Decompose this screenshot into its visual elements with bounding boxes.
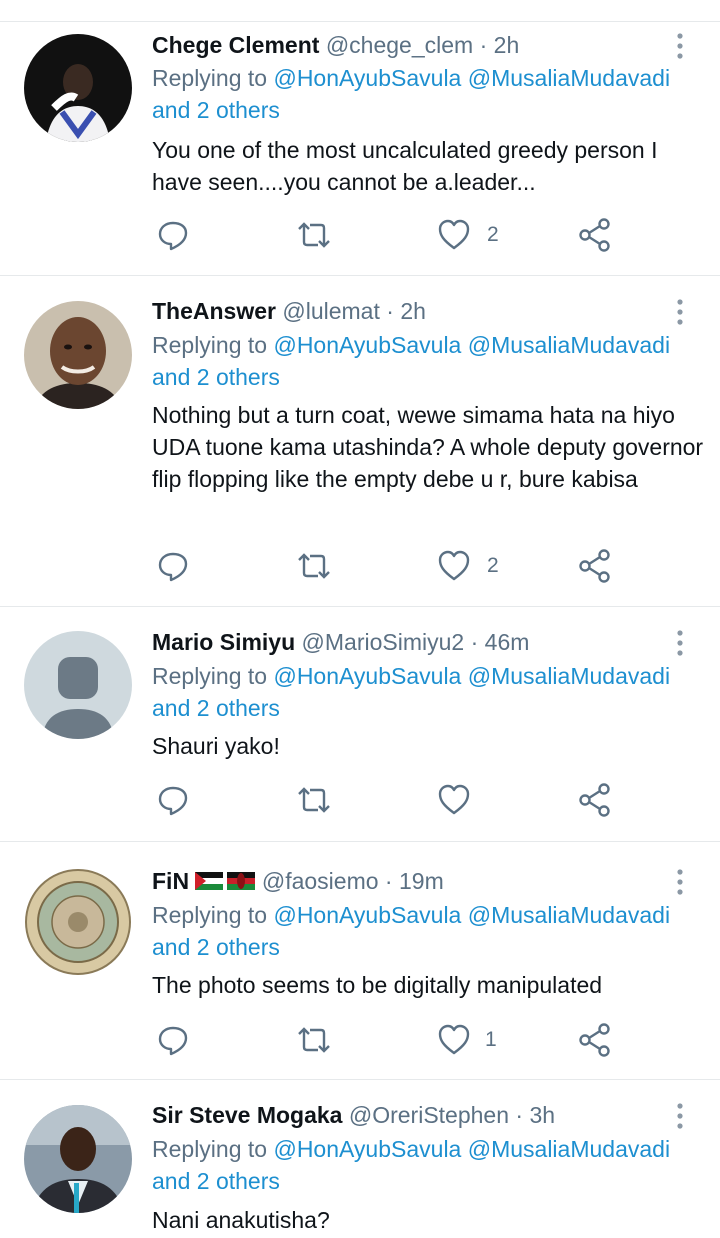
- replying-to: Replying to @HonAyubSavula @MusaliaMudav…: [152, 1133, 697, 1197]
- timestamp[interactable]: 2h: [494, 32, 520, 58]
- mention-link[interactable]: @HonAyubSavula: [273, 65, 461, 91]
- more-icon[interactable]: [668, 629, 692, 659]
- more-icon[interactable]: [668, 868, 692, 898]
- retweet-icon[interactable]: [296, 1023, 332, 1059]
- divider: [0, 606, 720, 607]
- author-name[interactable]: Mario Simiyu: [152, 629, 295, 655]
- tweet-text: Shauri yako!: [152, 733, 280, 759]
- separator-dot: ·: [386, 298, 394, 324]
- others-link[interactable]: and 2 others: [152, 97, 280, 123]
- share-icon[interactable]: [578, 549, 614, 585]
- like-icon[interactable]: [437, 218, 471, 254]
- mention-link[interactable]: @HonAyubSavula: [273, 663, 461, 689]
- replying-to: Replying to @HonAyubSavula @MusaliaMudav…: [152, 899, 697, 963]
- tweet-text: The photo seems to be digitally manipula…: [152, 972, 603, 998]
- reply-icon[interactable]: [156, 218, 190, 254]
- author-handle[interactable]: @lulemat: [282, 298, 380, 324]
- retweet-icon[interactable]: [296, 783, 332, 819]
- mention-link[interactable]: @MusaliaMudavadi: [468, 1136, 670, 1162]
- tweet-header: Chege Clement @chege_clem · 2h: [152, 28, 519, 62]
- author-name[interactable]: FiN: [152, 868, 189, 894]
- avatar[interactable]: [24, 1105, 132, 1213]
- tweet-text: Nani anakutisha?: [152, 1207, 330, 1233]
- separator-dot: ·: [479, 32, 488, 58]
- avatar[interactable]: [24, 631, 132, 739]
- others-link[interactable]: and 2 others: [152, 695, 280, 721]
- like-count: 1: [485, 1028, 497, 1051]
- others-link[interactable]: and 2 others: [152, 1168, 280, 1194]
- avatar[interactable]: [24, 868, 132, 976]
- author-handle[interactable]: @faosiemo: [262, 868, 379, 894]
- tweet-header: Mario Simiyu @MarioSimiyu2 · 46m: [152, 625, 529, 659]
- author-name[interactable]: TheAnswer: [152, 298, 276, 324]
- separator-dot: ·: [515, 1102, 524, 1128]
- mention-link[interactable]: @HonAyubSavula: [273, 902, 461, 928]
- separator-dot: ·: [384, 868, 393, 894]
- like-count: 2: [487, 554, 499, 577]
- like-icon[interactable]: [437, 1023, 471, 1059]
- others-link[interactable]: and 2 others: [152, 364, 280, 390]
- tweet-header: FiN @faosiemo · 19m: [152, 864, 444, 898]
- replying-label: Replying to: [152, 332, 268, 358]
- divider: [0, 1079, 720, 1080]
- replying-to: Replying to @HonAyubSavula @MusaliaMudav…: [152, 62, 697, 126]
- more-icon[interactable]: [668, 298, 692, 328]
- mention-link[interactable]: @HonAyubSavula: [273, 1136, 461, 1162]
- author-handle[interactable]: @chege_clem: [326, 32, 473, 58]
- separator-dot: ·: [470, 629, 479, 655]
- retweet-icon[interactable]: [296, 549, 332, 585]
- replying-label: Replying to: [152, 663, 268, 689]
- tweet-text: You one of the most uncalculated greedy …: [152, 137, 658, 195]
- like-count: 2: [487, 223, 499, 246]
- flag-emojis: [195, 867, 256, 901]
- divider: [0, 275, 720, 276]
- timestamp[interactable]: 2h: [400, 298, 426, 324]
- avatar[interactable]: [24, 34, 132, 142]
- replying-label: Replying to: [152, 902, 268, 928]
- tweet-header: Sir Steve Mogaka @OreriStephen · 3h: [152, 1098, 555, 1132]
- replying-to: Replying to @HonAyubSavula @MusaliaMudav…: [152, 329, 697, 393]
- replying-to: Replying to @HonAyubSavula @MusaliaMudav…: [152, 660, 697, 724]
- timestamp[interactable]: 3h: [529, 1102, 555, 1128]
- mention-link[interactable]: @MusaliaMudavadi: [468, 663, 670, 689]
- share-icon[interactable]: [578, 1023, 614, 1059]
- author-name[interactable]: Chege Clement: [152, 32, 319, 58]
- reply-icon[interactable]: [156, 783, 190, 819]
- author-handle[interactable]: @MarioSimiyu2: [302, 629, 465, 655]
- replying-label: Replying to: [152, 65, 268, 91]
- others-link[interactable]: and 2 others: [152, 934, 280, 960]
- more-icon[interactable]: [668, 1102, 692, 1132]
- share-icon[interactable]: [578, 218, 614, 254]
- avatar[interactable]: [24, 301, 132, 409]
- like-icon[interactable]: [437, 783, 471, 819]
- mention-link[interactable]: @MusaliaMudavadi: [468, 332, 670, 358]
- mention-link[interactable]: @MusaliaMudavadi: [468, 902, 670, 928]
- replying-label: Replying to: [152, 1136, 268, 1162]
- mention-link[interactable]: @HonAyubSavula: [273, 332, 461, 358]
- more-icon[interactable]: [668, 32, 692, 62]
- divider: [0, 841, 720, 842]
- timestamp[interactable]: 19m: [399, 868, 444, 894]
- reply-icon[interactable]: [156, 549, 190, 585]
- divider: [0, 21, 720, 22]
- retweet-icon[interactable]: [296, 218, 332, 254]
- tweet-text: Nothing but a turn coat, wewe simama hat…: [152, 402, 704, 492]
- author-handle[interactable]: @OreriStephen: [349, 1102, 509, 1128]
- reply-icon[interactable]: [156, 1023, 190, 1059]
- like-icon[interactable]: [437, 549, 471, 585]
- share-icon[interactable]: [578, 783, 614, 819]
- timestamp[interactable]: 46m: [485, 629, 530, 655]
- author-name[interactable]: Sir Steve Mogaka: [152, 1102, 342, 1128]
- tweet-header: TheAnswer @lulemat · 2h: [152, 294, 426, 328]
- mention-link[interactable]: @MusaliaMudavadi: [468, 65, 670, 91]
